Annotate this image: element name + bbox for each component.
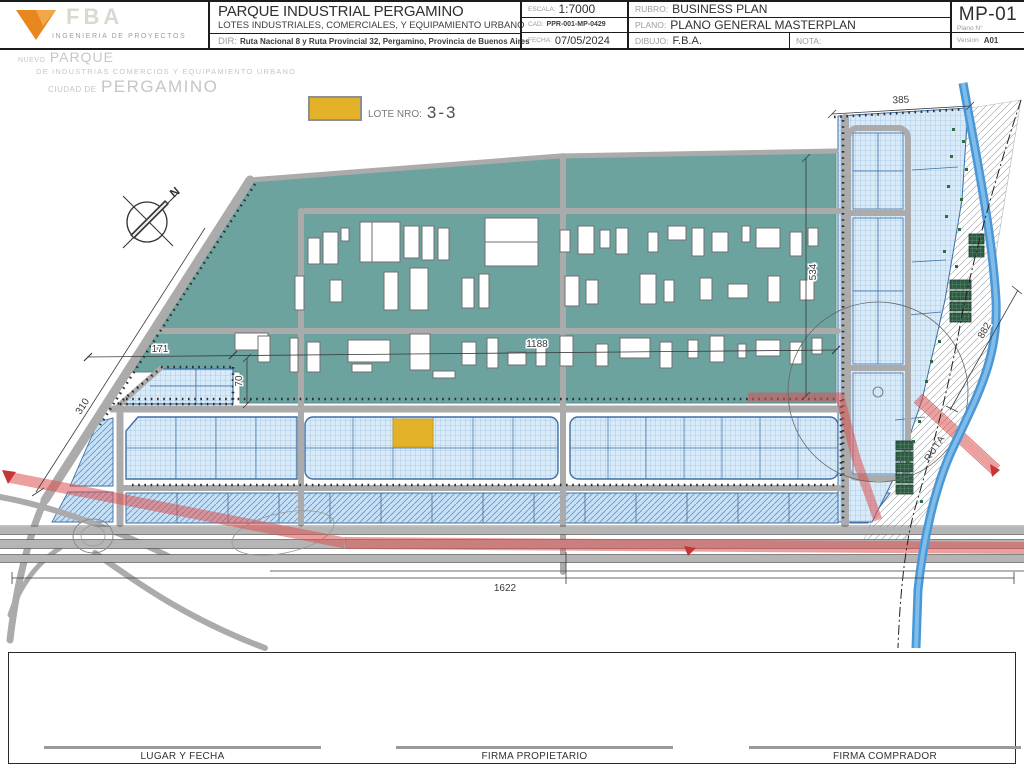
legend-label: LOTE NRO: [368, 109, 422, 120]
watermark-prefix3: CIUDAD DE [48, 85, 97, 94]
legend-lot-number: 3-3 [427, 103, 458, 123]
signature-box: LUGAR Y FECHA FIRMA PROPIETARIO FIRMA CO… [8, 652, 1016, 764]
dibujo-value: F.B.A. [673, 35, 702, 47]
dim-1622-label: 1622 [494, 583, 517, 594]
cad-value: PPR-001-MP-0429 [547, 21, 606, 28]
legend: LOTE NRO: 3-3 [308, 96, 457, 121]
project-subtitle: LOTES INDUSTRIALES, COMERCIALES, Y EQUIP… [218, 20, 525, 31]
project-address-row: DIR: Ruta Nacional 8 y Ruta Provincial 3… [210, 33, 520, 48]
dibujo-nota-row: DIBUJO: F.B.A. NOTA: [629, 33, 950, 49]
version-value: A01 [984, 36, 999, 45]
logo-cell: FBA INGENIERIA DE PROYECTOS [0, 2, 208, 48]
dir-value: Ruta Nacional 8 y Ruta Provincial 32, Pe… [240, 37, 530, 46]
fecha-row: FECHA: 07/05/2024 [522, 33, 627, 49]
signature-line [749, 746, 1021, 749]
escala-label: ESCALA: [528, 6, 555, 13]
signature-label-place-date: LUGAR Y FECHA [44, 751, 321, 762]
escala-row: ESCALA: 1:7000 [522, 2, 627, 18]
version-label: Version [957, 37, 979, 44]
plano-n-label: Plano N° [957, 25, 983, 32]
watermark-line2: DE INDUSTRIAS COMERCIOS Y EQUIPAMIENTO U… [36, 68, 296, 76]
plano-value: PLANO GENERAL MASTERPLAN [670, 18, 856, 32]
dim-385-label: 385 [892, 95, 910, 107]
project-cell: PARQUE INDUSTRIAL PERGAMINO LOTES INDUST… [208, 2, 520, 48]
signature-slot-place-date: LUGAR Y FECHA [44, 746, 321, 762]
nota-label: NOTA: [796, 36, 821, 46]
rubro-label: RUBRO: [635, 4, 668, 14]
watermark-title: NUEVO PARQUE DE INDUSTRIAS COMERCIOS Y E… [18, 50, 296, 96]
dim-534-label: 534 [808, 263, 819, 280]
signature-slot-buyer: FIRMA COMPRADOR [749, 746, 1021, 762]
dim-70-label: 70 [234, 375, 245, 387]
dibujo-label: DIBUJO: [635, 36, 669, 46]
highlighted-lot-3-3 [393, 419, 433, 447]
legend-lot-swatch [308, 96, 362, 121]
north-compass: N [123, 184, 183, 248]
signature-label-owner: FIRMA PROPIETARIO [396, 751, 673, 762]
plano-label: PLANO: [635, 20, 666, 30]
plano-row: PLANO: PLANO GENERAL MASTERPLAN [629, 18, 950, 34]
meta-cell: ESCALA: 1:7000 CAD: PPR-001-MP-0429 FECH… [520, 2, 627, 48]
watermark-big3: PERGAMINO [101, 77, 218, 96]
company-name: FBA [66, 4, 123, 30]
escala-value: 1:7000 [558, 2, 595, 16]
fecha-label: FECHA: [528, 37, 552, 44]
watermark-prefix1: NUEVO [18, 57, 45, 64]
watermark-big1: PARQUE [50, 49, 114, 65]
company-logo-icon [14, 8, 64, 48]
version-row: Version A01 [952, 32, 1024, 48]
signature-line [396, 746, 673, 749]
cad-row: CAD: PPR-001-MP-0429 [522, 18, 627, 34]
north-label: N [167, 184, 183, 200]
drawing-sheet: 171 1188 70 385 534 310 882 1622 RUTA N … [0, 0, 1024, 768]
sheet-info-cell: RUBRO: BUSINESS PLAN PLANO: PLANO GENERA… [627, 2, 950, 48]
title-block: FBA INGENIERIA DE PROYECTOS PARQUE INDUS… [0, 0, 1024, 50]
lot-band-1 [126, 417, 838, 479]
dim-171-label: 171 [152, 344, 169, 355]
rubro-row: RUBRO: BUSINESS PLAN [629, 2, 950, 18]
signature-line [44, 746, 321, 749]
dir-label: DIR: [218, 36, 237, 47]
rubro-value: BUSINESS PLAN [672, 2, 767, 16]
signature-label-buyer: FIRMA COMPRADOR [749, 751, 1021, 762]
cad-label: CAD: [528, 21, 544, 28]
dim-310-label: 310 [74, 396, 93, 416]
sheet-number-cell: MP-01 Plano N° Version A01 [950, 2, 1024, 48]
sheet-code: MP-01 [952, 4, 1024, 26]
signature-slot-owner: FIRMA PROPIETARIO [396, 746, 673, 762]
project-title: PARQUE INDUSTRIAL PERGAMINO [218, 3, 463, 20]
company-tagline: INGENIERIA DE PROYECTOS [52, 33, 186, 40]
dim-1188-label: 1188 [526, 339, 548, 350]
fecha-value: 07/05/2024 [555, 35, 610, 47]
